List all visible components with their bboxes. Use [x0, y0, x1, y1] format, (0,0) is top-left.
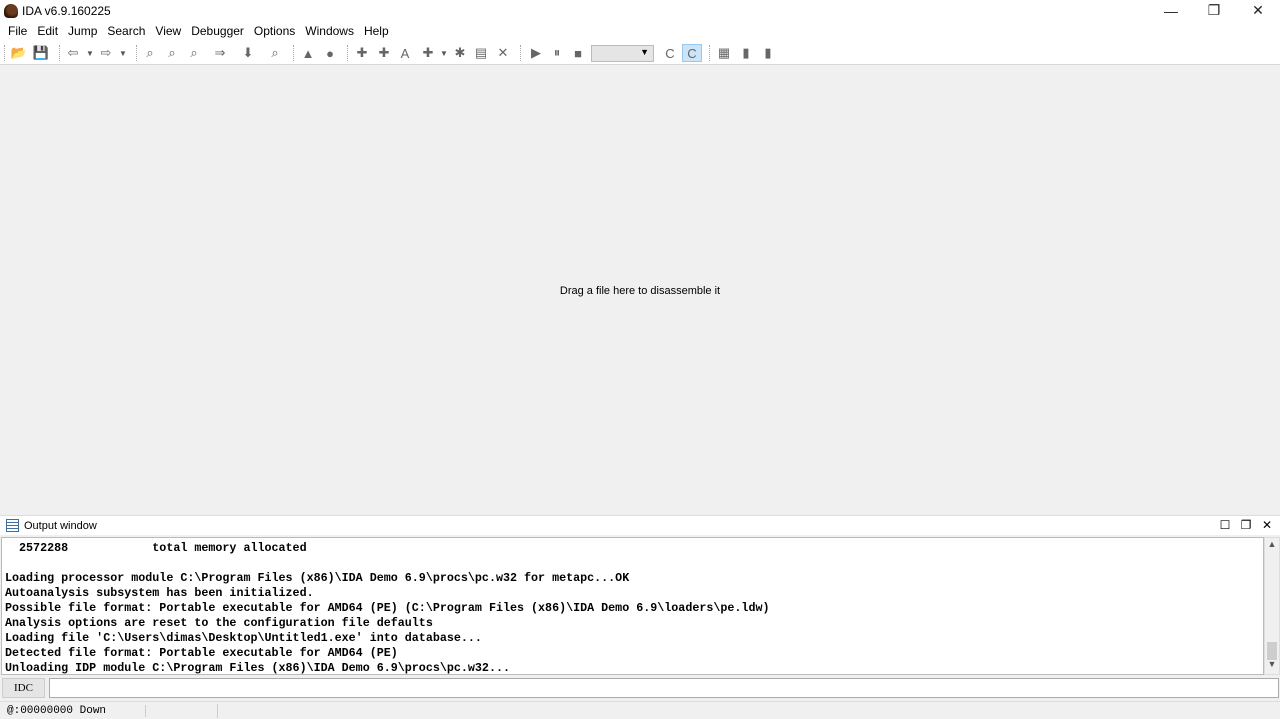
title-bar: IDA v6.9.160225 — ❐ ✕ [0, 0, 1280, 21]
scroll-thumb[interactable] [1267, 642, 1277, 660]
menu-help[interactable]: Help [359, 24, 394, 38]
play-icon[interactable]: ▶ [526, 44, 546, 62]
menu-file[interactable]: File [3, 24, 32, 38]
stop-icon[interactable]: ■ [568, 44, 588, 62]
status-pane [146, 703, 218, 718]
toolbar-separator [293, 45, 294, 61]
maximize-panel-button[interactable]: ☐ [1215, 516, 1235, 534]
output-line: Loading processor module C:\Program File… [5, 571, 630, 585]
command-input[interactable] [49, 678, 1279, 698]
output-line: 2572288 total memory allocated [5, 541, 307, 555]
breakpoint-list-icon[interactable]: ▦ [714, 44, 734, 62]
graph-icon[interactable]: ▲ [298, 44, 318, 62]
forward-dropdown-icon[interactable]: ▼ [119, 44, 127, 62]
attach-icon[interactable]: C [660, 44, 680, 62]
delete-icon[interactable]: ✕ [493, 44, 513, 62]
window-title: IDA v6.9.160225 [22, 3, 111, 18]
add-breakpoint-icon[interactable]: ▮ [736, 44, 756, 62]
output-line: Detected file format: Portable executabl… [5, 646, 398, 660]
menu-debugger[interactable]: Debugger [186, 24, 249, 38]
jump-down-icon[interactable]: ⬇ [238, 44, 258, 62]
output-line: Unloading IDP module C:\Program Files (x… [5, 661, 510, 675]
save-icon[interactable]: 💾 [31, 44, 51, 62]
create-data-icon[interactable]: ✚ [374, 44, 394, 62]
toolbar-separator [520, 45, 521, 61]
restore-button[interactable]: ❐ [1192, 0, 1236, 21]
output-line: Autoanalysis subsystem has been initiali… [5, 586, 314, 600]
output-scrollbar[interactable]: ▲ ▼ [1264, 537, 1280, 675]
back-arrow-icon[interactable]: ⇦ [63, 44, 83, 62]
output-line: Analysis options are reset to the config… [5, 616, 433, 630]
menu-bar: File Edit Jump Search View Debugger Opti… [0, 21, 1280, 41]
ida-logo-icon [4, 3, 18, 18]
create-code-icon[interactable]: ✚ [352, 44, 372, 62]
toolbar-separator [59, 45, 60, 61]
status-bar: @:00000000 Down [0, 701, 1280, 719]
output-window-icon [6, 519, 19, 532]
float-panel-button[interactable]: ❐ [1236, 516, 1256, 534]
idc-button[interactable]: IDC [2, 678, 45, 698]
patch-icon[interactable]: ▤ [471, 44, 491, 62]
output-text[interactable]: 2572288 total memory allocated Loading pr… [1, 537, 1264, 675]
chevron-down-icon: ▼ [640, 47, 649, 57]
back-dropdown-icon[interactable]: ▼ [86, 44, 94, 62]
close-panel-button[interactable]: ✕ [1257, 516, 1277, 534]
menu-options[interactable]: Options [249, 24, 300, 38]
add-struct-icon[interactable]: ✚ [418, 44, 438, 62]
toolbar-separator [347, 45, 348, 61]
search-next-icon[interactable]: ⇒ [210, 44, 230, 62]
toolbar-separator [136, 45, 137, 61]
pause-icon[interactable]: ⏸ [547, 44, 567, 62]
scroll-up-icon[interactable]: ▲ [1265, 539, 1279, 553]
menu-edit[interactable]: Edit [32, 24, 63, 38]
close-button[interactable]: ✕ [1236, 0, 1280, 21]
output-line: Loading file 'C:\Users\dimas\Desktop\Unt… [5, 631, 482, 645]
circle-icon[interactable]: ● [320, 44, 340, 62]
toolbar-separator [709, 45, 710, 61]
menu-search[interactable]: Search [102, 24, 150, 38]
menu-view[interactable]: View [150, 24, 186, 38]
minimize-button[interactable]: — [1149, 0, 1193, 21]
run-to-cursor-icon[interactable]: C [682, 44, 702, 62]
scroll-down-icon[interactable]: ▼ [1265, 659, 1279, 673]
debugger-select[interactable]: ▼ [591, 45, 654, 62]
menu-windows[interactable]: Windows [300, 24, 359, 38]
search-text-icon[interactable]: ⌕ [162, 44, 182, 62]
create-string-icon[interactable]: A [395, 44, 415, 62]
delete-breakpoint-icon[interactable]: ▮ [758, 44, 778, 62]
struct-dropdown-icon[interactable]: ▼ [440, 44, 448, 62]
output-window-header: Output window [0, 515, 1280, 535]
forward-arrow-icon[interactable]: ⇨ [96, 44, 116, 62]
search-immediate-icon[interactable]: ⌕ [184, 44, 204, 62]
output-window-title: Output window [24, 519, 97, 532]
disassembly-area[interactable]: Drag a file here to disassemble it [0, 65, 1280, 514]
search-hex-icon[interactable]: ⌕ [140, 44, 160, 62]
drag-hint: Drag a file here to disassemble it [559, 285, 721, 297]
search-seq-icon[interactable]: ⌕ [265, 44, 285, 62]
add-function-icon[interactable]: ✱ [450, 44, 470, 62]
output-line: Possible file format: Portable executabl… [5, 601, 770, 615]
menu-jump[interactable]: Jump [63, 24, 102, 38]
status-address: @:00000000 Down [0, 704, 146, 717]
open-file-icon[interactable]: 📂 [9, 44, 29, 62]
toolbar-separator [4, 45, 5, 61]
